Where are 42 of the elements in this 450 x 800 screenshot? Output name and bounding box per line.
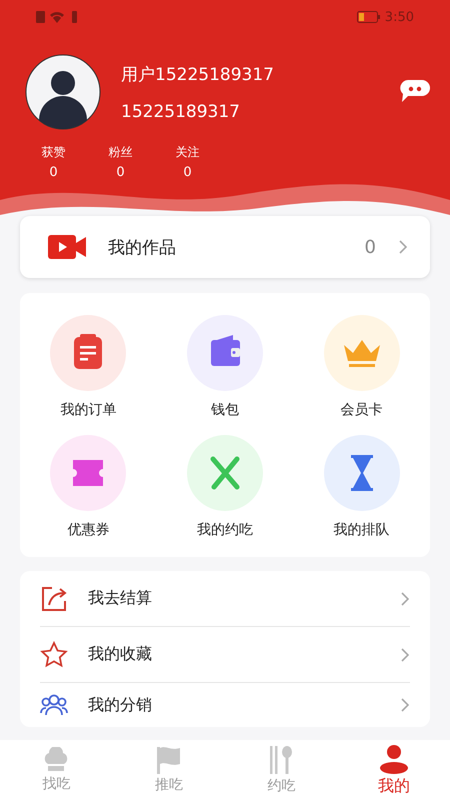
chevron-icon <box>398 239 408 255</box>
feature-item[interactable]: 钱包 <box>156 315 294 419</box>
share-icon <box>40 584 68 612</box>
video-camera-icon <box>48 234 86 260</box>
feature-item[interactable]: 我的订单 <box>20 315 157 419</box>
coupon-icon <box>50 435 126 511</box>
avatar[interactable] <box>25 54 101 130</box>
chevron-icon <box>400 697 410 713</box>
dining-icon <box>186 435 263 511</box>
hourglass-icon <box>324 435 400 511</box>
menu-row[interactable]: 我去结算 <box>40 571 410 627</box>
menu-row[interactable]: 我的收藏 <box>40 627 410 683</box>
wallet-icon <box>186 315 263 391</box>
stat-value: 0 <box>116 165 125 180</box>
phone-number: 15225189317 <box>121 102 241 122</box>
stat-label: 获赞 <box>42 144 66 161</box>
crown-icon <box>324 315 400 391</box>
tab[interactable]: 我的 <box>338 740 450 800</box>
people-icon <box>40 693 68 717</box>
battery-icon <box>356 11 381 23</box>
feature-item[interactable]: 会员卡 <box>293 315 430 419</box>
stat-label: 关注 <box>176 144 200 161</box>
star-icon <box>40 640 68 668</box>
status-time: 3:50 <box>384 10 414 24</box>
message-icon[interactable] <box>400 80 430 104</box>
feature-item[interactable]: 优惠券 <box>20 435 157 539</box>
person-icon <box>378 744 409 774</box>
user-name: 用户15225189317 <box>121 64 275 86</box>
my-works-row[interactable]: 我的作品 0 <box>20 216 430 278</box>
chevron-icon <box>400 646 410 662</box>
utensils-icon <box>268 745 294 775</box>
feature-item[interactable]: 我的排队 <box>293 435 430 539</box>
status-icons <box>36 10 80 24</box>
order-icon <box>50 315 126 391</box>
works-count: 0 <box>364 236 376 258</box>
feature-item[interactable]: 我的约吃 <box>156 435 294 539</box>
menu-row[interactable]: 我的分销 <box>40 683 410 727</box>
flag-icon <box>156 746 182 774</box>
stat-label: 粉丝 <box>108 144 132 161</box>
stat-value: 0 <box>49 165 58 180</box>
stat-value: 0 <box>183 165 192 180</box>
chevron-icon <box>400 590 410 606</box>
